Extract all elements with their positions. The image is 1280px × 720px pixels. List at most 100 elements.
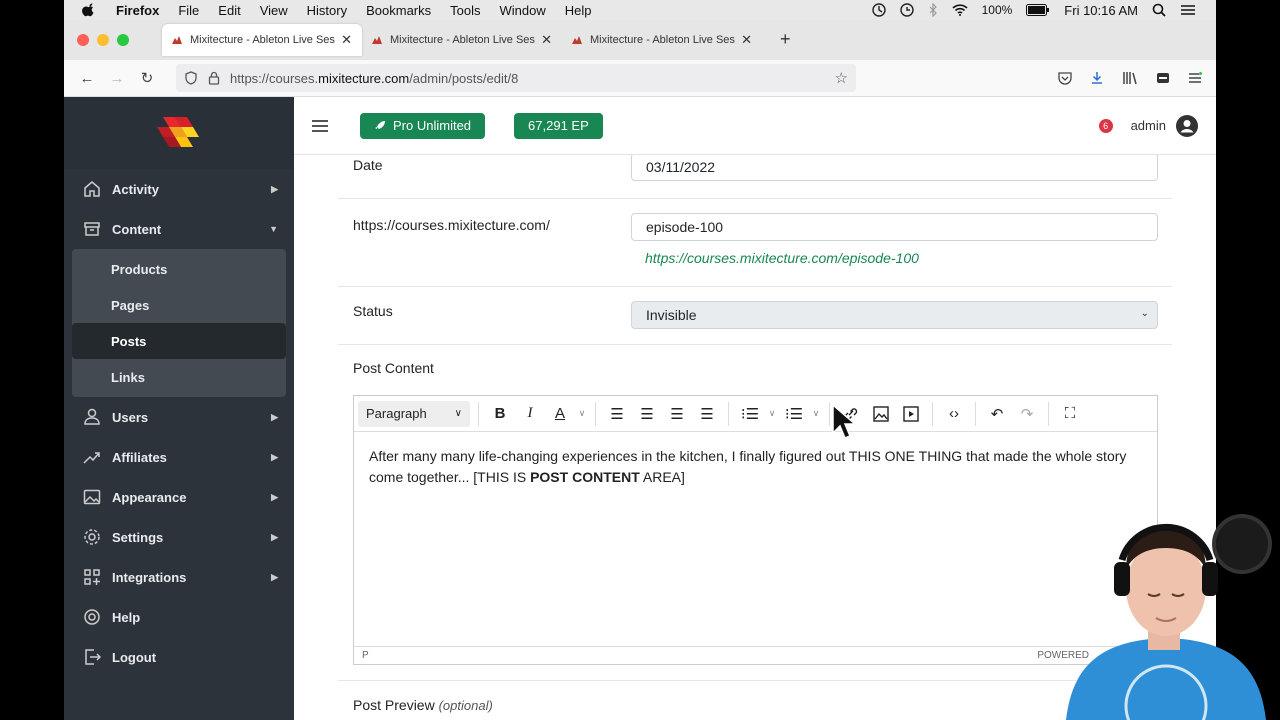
url-path: /admin/posts/edit/8 (409, 70, 519, 86)
menu-tools[interactable]: Tools (450, 3, 480, 18)
media-icon[interactable] (896, 405, 926, 422)
status-select[interactable]: Invisible ⌄ (631, 301, 1158, 329)
numbered-list-icon[interactable]: ⁝☰ (779, 405, 809, 423)
back-icon[interactable]: ← (72, 70, 102, 87)
align-center-icon[interactable]: ☰ (632, 405, 662, 423)
apple-icon[interactable] (82, 3, 96, 17)
block-format-select[interactable]: Paragraph ∨ (358, 400, 470, 427)
chevron-down-icon[interactable]: ∨ (809, 408, 823, 419)
control-center-icon[interactable] (1180, 4, 1196, 16)
pocket-icon[interactable] (1058, 71, 1072, 85)
menu-app-name[interactable]: Firefox (116, 3, 159, 18)
battery-percent[interactable]: 100% (982, 3, 1013, 17)
bold-icon[interactable]: B (485, 405, 515, 422)
ep-points-badge[interactable]: 67,291 EP (514, 112, 603, 139)
sidebar-item-activity[interactable]: Activity ▶ (64, 169, 294, 209)
bluetooth-icon[interactable] (928, 3, 938, 17)
spotlight-search-icon[interactable] (1152, 3, 1166, 17)
status-row: Status Invisible ⌄ (338, 287, 1172, 345)
clock-icon[interactable] (871, 3, 886, 17)
sidebar-item-affiliates[interactable]: Affiliates ▶ (64, 437, 294, 477)
image-icon[interactable] (866, 405, 896, 422)
sidebar-item-posts[interactable]: Posts (72, 323, 286, 359)
sidebar-item-integrations[interactable]: Integrations ▶ (64, 557, 294, 597)
user-name[interactable]: admin (1131, 118, 1166, 133)
menu-help[interactable]: Help (565, 3, 592, 18)
zoom-window-button[interactable] (117, 34, 129, 46)
chevron-down-icon[interactable]: ∨ (575, 408, 589, 419)
wifi-icon[interactable] (952, 4, 968, 16)
align-justify-icon[interactable]: ☰ (692, 405, 722, 423)
editor-body[interactable]: After many many life-changing experience… (354, 432, 1157, 502)
slug-input[interactable]: episode-100 (631, 213, 1158, 241)
sidebar-item-content[interactable]: Content ▼ (64, 209, 294, 249)
logo[interactable] (64, 97, 294, 169)
menu-bookmarks[interactable]: Bookmarks (366, 3, 431, 18)
sidebar-item-label: Affiliates (112, 449, 167, 465)
chevron-down-icon[interactable]: ∨ (765, 408, 779, 419)
bookmark-star-icon[interactable]: ☆ (835, 69, 848, 87)
close-tab-icon[interactable]: ✕ (541, 32, 552, 48)
sidebar-item-users[interactable]: Users ▶ (64, 397, 294, 437)
element-path[interactable]: P (362, 650, 369, 661)
webcam-presenter (1066, 514, 1272, 720)
permalink-base-label: https://courses.mixitecture.com/ (353, 217, 550, 233)
date-label: Date (353, 157, 383, 173)
browser-tab-1[interactable]: Mixitecture - Ableton Live Sessi ✕ (162, 24, 362, 56)
library-icon[interactable] (1122, 71, 1138, 85)
sidebar-item-label: Appearance (112, 489, 187, 505)
reload-icon[interactable]: ↻ (132, 69, 162, 87)
menu-window[interactable]: Window (500, 3, 546, 18)
undo-icon[interactable]: ↶ (982, 405, 1012, 423)
redo-icon[interactable]: ↷ (1012, 405, 1042, 423)
source-code-icon[interactable]: ‹› (939, 405, 969, 422)
sidebar-item-settings[interactable]: Settings ▶ (64, 517, 294, 557)
editor-text-bold: POST CONTENT (530, 469, 640, 485)
browser-tab-2[interactable]: Mixitecture - Ableton Live Sessi ✕ (362, 24, 562, 56)
menu-edit[interactable]: Edit (218, 3, 240, 18)
new-tab-icon[interactable]: + (780, 29, 791, 50)
sidebar-item-label: Settings (112, 529, 164, 545)
users-icon (82, 407, 102, 427)
close-tab-icon[interactable]: ✕ (341, 32, 352, 48)
menu-view[interactable]: View (260, 3, 288, 18)
extension-icon[interactable] (1156, 71, 1170, 85)
bullet-list-icon[interactable]: ⁝☰ (735, 405, 765, 423)
top-bar: Pro Unlimited 67,291 EP 6 admin (294, 97, 1216, 155)
sidebar-item-pages[interactable]: Pages (72, 287, 286, 323)
battery-icon[interactable] (1026, 4, 1050, 16)
fullscreen-icon[interactable]: ⛶ (1055, 405, 1085, 422)
lock-icon[interactable] (208, 71, 220, 85)
pro-unlimited-badge[interactable]: Pro Unlimited (360, 112, 486, 139)
minimize-window-button[interactable] (97, 34, 109, 46)
sidebar-item-help[interactable]: Help (64, 597, 294, 637)
align-left-icon[interactable]: ☰ (602, 405, 632, 423)
sidebar-item-label: Users (112, 409, 149, 425)
sidebar-item-products[interactable]: Products (72, 251, 286, 287)
shield-icon[interactable] (184, 71, 198, 85)
sidebar-item-links[interactable]: Links (72, 359, 286, 395)
sidebar-item-logout[interactable]: Logout (64, 637, 294, 677)
close-tab-icon[interactable]: ✕ (741, 32, 752, 48)
menubar-clock[interactable]: Fri 10:16 AM (1064, 3, 1138, 18)
trend-icon (82, 447, 102, 467)
menu-history[interactable]: History (307, 3, 347, 18)
text-color-icon[interactable]: A (545, 405, 575, 422)
time-machine-icon[interactable] (899, 3, 914, 17)
user-avatar-icon[interactable] (1176, 114, 1198, 137)
menu-icon[interactable] (1188, 71, 1202, 85)
browser-tab-3[interactable]: Mixitecture - Ableton Live Sessi ✕ (562, 24, 762, 56)
downloads-icon[interactable] (1090, 71, 1104, 85)
sidebar-item-appearance[interactable]: Appearance ▶ (64, 477, 294, 517)
permalink-preview-link[interactable]: https://courses.mixitecture.com/episode-… (645, 250, 919, 266)
forward-icon[interactable]: → (102, 70, 132, 87)
menu-file[interactable]: File (178, 3, 199, 18)
italic-icon[interactable]: I (515, 405, 545, 422)
notification-count-badge[interactable]: 6 (1098, 118, 1113, 133)
close-window-button[interactable] (77, 34, 89, 46)
tab-title: Mixitecture - Ableton Live Sessi (590, 34, 736, 46)
date-input[interactable]: 03/11/2022 (631, 155, 1158, 181)
align-right-icon[interactable]: ☰ (662, 405, 692, 423)
address-bar[interactable]: https://courses. mixitecture.com/admin/po… (176, 64, 856, 92)
hamburger-menu-icon[interactable] (312, 117, 328, 135)
